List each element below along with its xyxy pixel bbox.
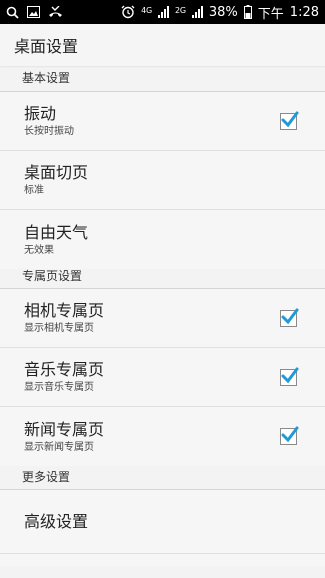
checkmark-icon xyxy=(281,367,299,383)
network-type-2: 2G xyxy=(174,5,186,15)
camera-page-checkbox[interactable] xyxy=(280,308,299,327)
pref-news-page[interactable]: 新闻专属页 显示新闻专属页 xyxy=(0,407,325,466)
list-bottom-space xyxy=(0,554,325,566)
pref-summary: 显示音乐专属页 xyxy=(24,382,94,393)
checkmark-icon xyxy=(281,426,299,443)
status-time: 1:28 xyxy=(289,4,319,20)
page-title: 桌面设置 xyxy=(14,37,79,56)
missed-call-icon xyxy=(48,6,63,18)
signal-icon xyxy=(157,6,169,18)
signal-icon-2 xyxy=(191,6,203,18)
section-title: 专属页设置 xyxy=(22,269,83,283)
status-bar: 4G 2G 38% 下午 1:28 xyxy=(0,0,325,24)
battery-icon xyxy=(243,5,252,19)
search-icon xyxy=(6,6,19,19)
pref-title: 相机专属页 xyxy=(24,301,105,320)
status-ampm: 下午 xyxy=(257,6,284,22)
pref-title: 自由天气 xyxy=(24,222,89,242)
pref-advanced[interactable]: 高级设置 xyxy=(0,490,325,554)
section-title: 更多设置 xyxy=(22,470,71,484)
checkmark-icon xyxy=(281,111,299,127)
section-header-more: 更多设置 xyxy=(0,466,325,490)
alarm-icon xyxy=(121,5,135,19)
pref-summary: 无效果 xyxy=(24,244,54,256)
app-bar: 桌面设置 xyxy=(0,24,325,66)
news-page-checkbox[interactable] xyxy=(280,426,299,445)
pref-title: 新闻专属页 xyxy=(24,419,105,439)
pref-weather[interactable]: 自由天气 无效果 xyxy=(0,210,325,269)
network-type-1: 4G xyxy=(141,5,152,15)
section-title: 基本设置 xyxy=(22,71,71,85)
pref-title: 桌面切页 xyxy=(24,163,89,182)
section-header-exclusive: 专属页设置 xyxy=(0,269,325,289)
pref-page-switch[interactable]: 桌面切页 标准 xyxy=(0,151,325,210)
image-icon xyxy=(27,6,40,18)
pref-camera-page[interactable]: 相机专属页 显示相机专属页 xyxy=(0,289,325,348)
music-page-checkbox[interactable] xyxy=(280,367,299,386)
section-header-basic: 基本设置 xyxy=(0,66,325,92)
pref-music-page[interactable]: 音乐专属页 显示音乐专属页 xyxy=(0,348,325,407)
pref-summary: 长按时振动 xyxy=(24,126,74,137)
vibrate-checkbox[interactable] xyxy=(280,111,299,130)
pref-title: 振动 xyxy=(24,104,57,123)
pref-vibrate[interactable]: 振动 长按时振动 xyxy=(0,92,325,151)
pref-title: 音乐专属页 xyxy=(24,360,105,379)
pref-summary: 显示相机专属页 xyxy=(24,323,94,334)
pref-summary: 标准 xyxy=(24,185,44,196)
checkmark-icon xyxy=(281,308,299,324)
pref-summary: 显示新闻专属页 xyxy=(24,441,94,453)
battery-percent: 38% xyxy=(208,4,238,20)
pref-title: 高级设置 xyxy=(24,511,89,531)
